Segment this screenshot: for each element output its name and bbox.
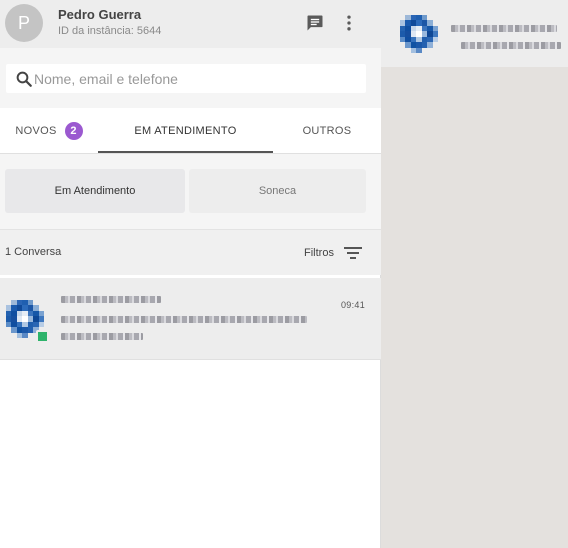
chat-contact-avatar[interactable] <box>400 15 438 53</box>
last-message-redacted <box>61 316 307 323</box>
tab-novos[interactable]: NOVOS 2 <box>0 108 98 154</box>
user-name: Pedro Guerra <box>58 7 142 22</box>
conversation-item[interactable]: 09:41 <box>0 278 381 360</box>
tab-em-atendimento[interactable]: EM ATENDIMENTO <box>98 108 273 154</box>
filter-button[interactable]: Filtros <box>304 243 362 263</box>
chat-contact-name-redacted <box>451 25 557 32</box>
novos-count-badge: 2 <box>64 122 83 140</box>
more-vert-icon[interactable] <box>338 12 360 34</box>
search-box[interactable] <box>6 64 366 93</box>
active-tab-indicator <box>98 151 273 153</box>
search-input[interactable] <box>34 68 354 89</box>
conversation-count: 1 Conversa <box>5 246 62 258</box>
conversation-time: 09:41 <box>341 300 366 310</box>
chat-header <box>381 0 568 67</box>
conversation-tabs: NOVOS 2 EM ATENDIMENTO OUTROS <box>0 108 381 154</box>
panel-header: P Pedro Guerra ID da instância: 5644 <box>0 0 381 48</box>
contact-status-indicator <box>36 330 49 343</box>
message-preview-redacted <box>61 333 143 340</box>
search-bar <box>0 48 381 108</box>
chat-contact-info-redacted <box>461 42 561 49</box>
status-filter: Em Atendimento Soneca <box>0 154 381 229</box>
filter-icon <box>343 247 362 259</box>
list-toolbar: 1 Conversa Filtros <box>0 229 381 275</box>
conversation-panel: P Pedro Guerra ID da instância: 5644 NOV… <box>0 0 381 548</box>
subtab-soneca[interactable]: Soneca <box>189 169 366 213</box>
user-avatar[interactable]: P <box>5 4 43 42</box>
search-icon <box>16 71 32 87</box>
tab-outros-label: OUTROS <box>302 125 352 137</box>
subtab-em-atendimento[interactable]: Em Atendimento <box>5 169 185 213</box>
chat-area <box>381 0 568 548</box>
tab-em-atendimento-label: EM ATENDIMENTO <box>134 125 237 137</box>
filter-label: Filtros <box>304 247 334 259</box>
chat-icon[interactable] <box>304 12 326 34</box>
contact-name-redacted <box>61 296 161 303</box>
tab-novos-label: NOVOS <box>15 125 57 137</box>
tab-outros[interactable]: OUTROS <box>273 108 381 154</box>
instance-id: ID da instância: 5644 <box>58 25 162 37</box>
